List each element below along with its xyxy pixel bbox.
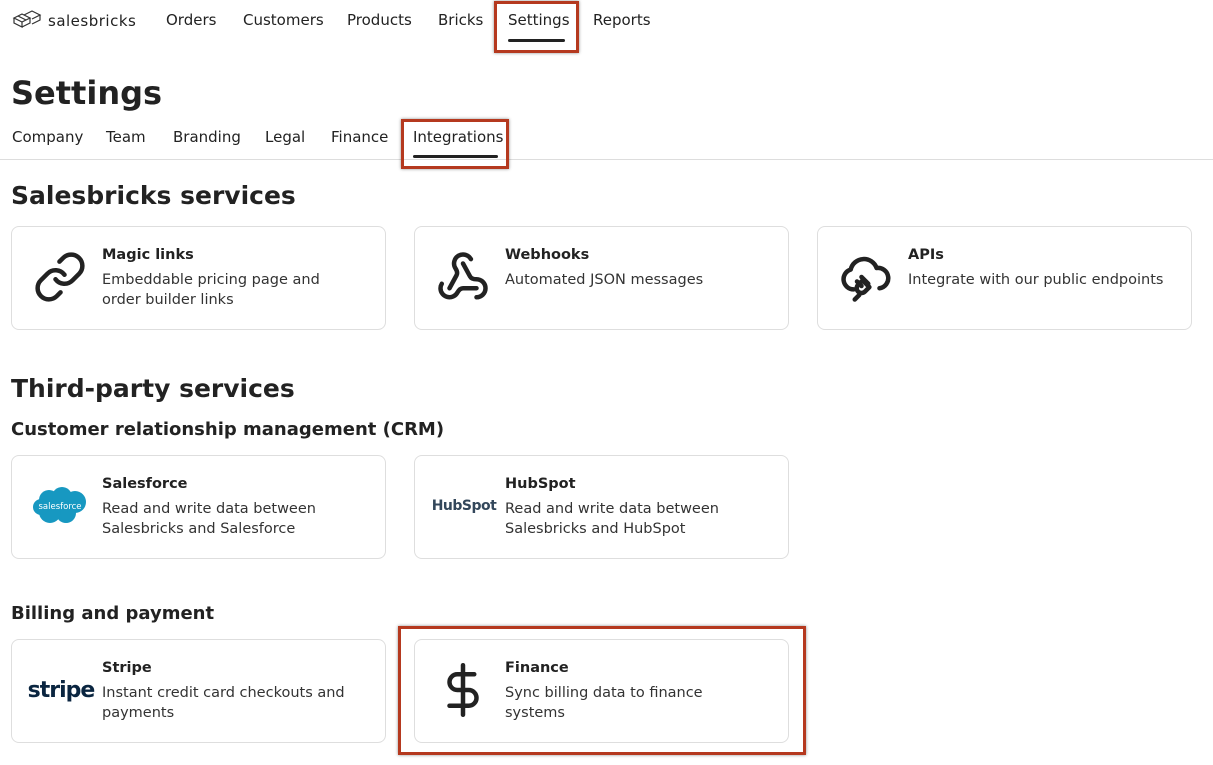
page-title: Settings (11, 74, 163, 112)
nav-bricks[interactable]: Bricks (438, 11, 483, 29)
bricks-logo-icon (12, 10, 42, 32)
tab-legal[interactable]: Legal (265, 128, 305, 146)
top-navigation: salesbricks Orders Customers Products Br… (0, 0, 1213, 44)
link-icon (32, 249, 88, 305)
stripe-logo-text: stripe (27, 677, 96, 703)
salesforce-logo: salesforce (32, 478, 88, 534)
webhooks-card[interactable]: Webhooks Automated JSON messages (414, 226, 789, 330)
tab-branding[interactable]: Branding (173, 128, 241, 146)
card-description: Read and write data between Salesbricks … (505, 501, 719, 537)
third-party-services-title: Third-party services (11, 374, 295, 403)
card-description: Instant credit card checkouts and paymen… (102, 685, 345, 721)
hubspot-logo-text: HubSpot (431, 498, 497, 514)
nav-orders[interactable]: Orders (166, 11, 216, 29)
card-description: Integrate with our public endpoints (908, 272, 1164, 288)
salesbricks-services-title: Salesbricks services (11, 181, 296, 210)
stripe-logo: stripe (27, 662, 96, 718)
card-title: Stripe (102, 660, 152, 676)
tabs-divider (0, 159, 1213, 160)
card-title: HubSpot (505, 476, 576, 492)
card-description: Embeddable pricing page and order builde… (102, 272, 320, 308)
salesforce-card[interactable]: salesforce Salesforce Read and write dat… (11, 455, 386, 559)
brand-name: salesbricks (48, 12, 137, 30)
nav-products[interactable]: Products (347, 11, 412, 29)
webhook-icon (435, 249, 491, 305)
tab-integrations-highlight-box (401, 119, 509, 169)
card-description: Automated JSON messages (505, 272, 704, 288)
card-description: Read and write data between Salesbricks … (102, 501, 316, 537)
nav-reports[interactable]: Reports (593, 11, 651, 29)
tab-finance[interactable]: Finance (331, 128, 388, 146)
stripe-card[interactable]: stripe Stripe Instant credit card checko… (11, 639, 386, 743)
card-title: Salesforce (102, 476, 188, 492)
billing-subtitle: Billing and payment (11, 603, 215, 624)
nav-customers[interactable]: Customers (243, 11, 324, 29)
salesforce-logo-text: salesforce (38, 502, 81, 512)
hubspot-card[interactable]: HubSpot HubSpot Read and write data betw… (414, 455, 789, 559)
magic-links-card[interactable]: Magic links Embeddable pricing page and … (11, 226, 386, 330)
cloud-plug-icon (838, 249, 894, 305)
crm-subtitle: Customer relationship management (CRM) (11, 419, 445, 440)
card-title: Magic links (102, 247, 194, 263)
card-title: APIs (908, 247, 944, 263)
apis-card[interactable]: APIs Integrate with our public endpoints (817, 226, 1192, 330)
tab-team[interactable]: Team (106, 128, 146, 146)
finance-card-highlight-box (398, 626, 806, 755)
brand-logo[interactable]: salesbricks (12, 10, 136, 32)
hubspot-logo: HubSpot (431, 478, 497, 534)
card-title: Webhooks (505, 247, 590, 263)
tab-company[interactable]: Company (12, 128, 83, 146)
nav-settings-highlight-box (494, 1, 579, 53)
